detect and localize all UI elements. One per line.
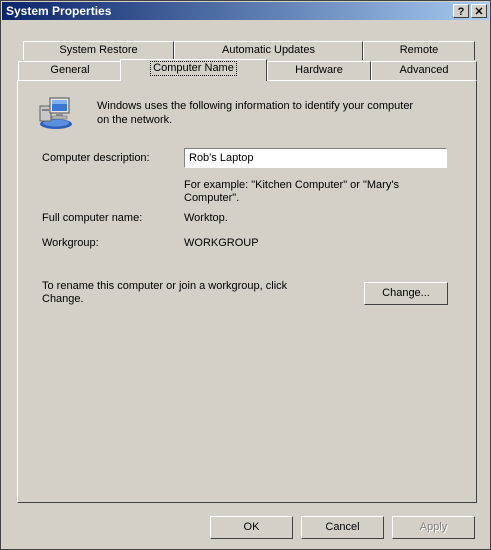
system-properties-window: System Properties ? ✕ System Restore Aut… <box>0 0 491 550</box>
ok-button-label: OK <box>243 521 260 533</box>
tab-label: Advanced <box>399 64 449 76</box>
tab-system-restore[interactable]: System Restore <box>23 41 174 60</box>
intro-text-line1: Windows uses the following information t… <box>97 100 414 112</box>
tab-general[interactable]: General <box>18 61 122 80</box>
full-name-value: Worktop. <box>184 212 228 224</box>
close-button[interactable]: ✕ <box>471 4 487 18</box>
cancel-button-label: Cancel <box>325 521 360 533</box>
workgroup-label: Workgroup: <box>42 237 99 249</box>
tab-remote[interactable]: Remote <box>363 41 475 60</box>
window-title: System Properties <box>6 4 112 18</box>
rename-text-line1: To rename this computer or join a workgr… <box>42 280 288 292</box>
title-bar[interactable]: System Properties ? ✕ <box>2 2 489 20</box>
tab-hardware[interactable]: Hardware <box>267 61 371 80</box>
rename-text-line2: Change. <box>42 293 84 305</box>
apply-button-label: Apply <box>419 521 448 533</box>
description-label: Computer description: <box>42 152 150 164</box>
cancel-button[interactable]: Cancel <box>301 516 384 539</box>
full-name-label: Full computer name: <box>42 212 143 224</box>
tab-label: Computer Name <box>150 61 237 76</box>
tab-label: Automatic Updates <box>222 44 315 56</box>
computer-network-icon <box>39 97 72 129</box>
help-icon: ? <box>457 6 465 18</box>
apply-button[interactable]: Apply <box>392 516 475 539</box>
tab-label: General <box>50 64 90 76</box>
tab-advanced[interactable]: Advanced <box>371 61 477 80</box>
help-button[interactable]: ? <box>453 4 469 18</box>
tab-label: Hardware <box>295 64 343 76</box>
tab-computer-name[interactable]: Computer Name <box>120 59 267 81</box>
close-icon: ✕ <box>474 6 484 18</box>
computer-description-input[interactable] <box>184 148 447 168</box>
example-text-line2: Computer". <box>184 192 240 204</box>
example-text-line1: For example: "Kitchen Computer" or "Mary… <box>184 179 399 191</box>
tab-label: System Restore <box>59 44 138 56</box>
tab-automatic-updates[interactable]: Automatic Updates <box>174 41 363 60</box>
change-button-label: Change... <box>382 287 430 299</box>
change-button[interactable]: Change... <box>364 282 448 305</box>
ok-button[interactable]: OK <box>210 516 293 539</box>
workgroup-value: WORKGROUP <box>184 237 259 249</box>
tab-label: Remote <box>399 44 439 56</box>
intro-text-line2: on the network. <box>97 114 173 126</box>
